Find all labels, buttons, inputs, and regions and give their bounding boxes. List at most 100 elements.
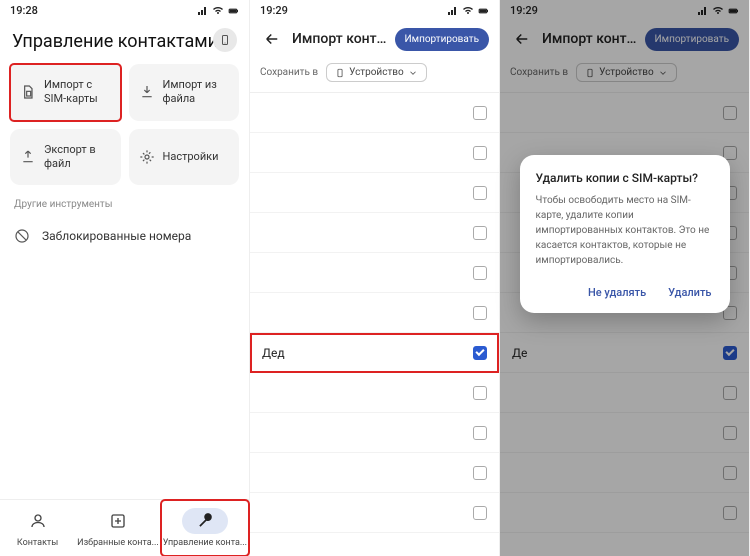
battery-icon xyxy=(477,5,489,17)
contact-checkbox[interactable] xyxy=(723,106,737,120)
nav-manage[interactable]: Управление конта... xyxy=(161,500,249,556)
signal-icon xyxy=(447,5,459,17)
back-button[interactable] xyxy=(510,27,534,51)
time: 19:29 xyxy=(510,4,538,17)
import-button[interactable]: Импортировать xyxy=(395,28,489,51)
contact-row[interactable] xyxy=(500,493,749,533)
save-bar: Сохранить в Устройство xyxy=(500,57,749,93)
import-sim-card[interactable]: Импорт с SIM-карты xyxy=(10,64,121,121)
chip-label: Устройство xyxy=(599,67,654,78)
export-label: Экспорт в файл xyxy=(44,143,111,172)
bottom-nav: Контакты Избранные конта... Управление к… xyxy=(0,499,249,556)
contact-row[interactable] xyxy=(250,453,499,493)
contact-checkbox[interactable] xyxy=(473,506,487,520)
panel-import-contacts: 19:29 Импорт контак... Импортировать Сох… xyxy=(250,0,500,556)
appbar-title: Импорт контак... xyxy=(542,31,637,47)
contact-checkbox[interactable] xyxy=(473,426,487,440)
dialog-actions: Не удалять Удалить xyxy=(536,280,714,305)
download-icon xyxy=(139,84,155,100)
nav-contacts-label: Контакты xyxy=(17,538,58,548)
contact-name: Дед xyxy=(262,346,473,360)
contact-row[interactable] xyxy=(250,173,499,213)
status-bar: 19:29 xyxy=(250,0,499,21)
sim-icon xyxy=(20,84,36,100)
contact-checkbox[interactable] xyxy=(473,106,487,120)
action-grid: Импорт с SIM-карты Импорт из файла Экспо… xyxy=(0,64,249,185)
contact-checkbox[interactable] xyxy=(723,346,737,360)
chevron-down-icon xyxy=(408,68,418,78)
nav-highlights[interactable]: Избранные конта... xyxy=(75,500,161,556)
phone-icon xyxy=(335,68,345,78)
contact-row[interactable] xyxy=(250,133,499,173)
contacts-list[interactable]: Дед xyxy=(250,93,499,556)
contact-checkbox[interactable] xyxy=(473,306,487,320)
dialog-confirm-button[interactable]: Удалить xyxy=(666,280,713,305)
wifi-icon xyxy=(212,5,224,17)
contact-row[interactable]: Дед xyxy=(250,333,499,373)
wrench-icon xyxy=(196,512,214,530)
battery-icon xyxy=(727,5,739,17)
contact-row[interactable] xyxy=(250,493,499,533)
dialog-body: Чтобы освободить место на SIM-карте, уда… xyxy=(536,193,714,268)
status-icons xyxy=(697,5,739,17)
storage-chip[interactable]: Устройство xyxy=(326,63,427,82)
delete-sim-dialog: Удалить копии с SIM-карты? Чтобы освобод… xyxy=(520,155,730,313)
storage-chip[interactable]: Устройство xyxy=(576,63,677,82)
contact-row[interactable] xyxy=(500,453,749,493)
contact-row[interactable] xyxy=(250,213,499,253)
wifi-icon xyxy=(462,5,474,17)
device-icon-button[interactable] xyxy=(213,28,237,52)
battery-icon xyxy=(227,5,239,17)
contact-checkbox[interactable] xyxy=(473,226,487,240)
contact-row[interactable] xyxy=(250,293,499,333)
contact-checkbox[interactable] xyxy=(473,146,487,160)
upload-icon xyxy=(20,149,36,165)
wifi-icon xyxy=(712,5,724,17)
contact-name: Де xyxy=(512,346,723,360)
arrow-left-icon xyxy=(513,30,531,48)
settings-label: Настройки xyxy=(163,150,219,164)
phone-icon xyxy=(585,68,595,78)
chip-label: Устройство xyxy=(349,67,404,78)
nav-contacts[interactable]: Контакты xyxy=(0,500,75,556)
dialog-cancel-button[interactable]: Не удалять xyxy=(586,280,648,305)
contact-checkbox[interactable] xyxy=(473,266,487,280)
contact-checkbox[interactable] xyxy=(723,426,737,440)
back-button[interactable] xyxy=(260,27,284,51)
contact-checkbox[interactable] xyxy=(723,386,737,400)
contact-checkbox[interactable] xyxy=(723,506,737,520)
contact-row[interactable] xyxy=(250,253,499,293)
contact-checkbox[interactable] xyxy=(473,186,487,200)
contact-row[interactable] xyxy=(250,373,499,413)
contact-row[interactable] xyxy=(250,93,499,133)
contact-checkbox[interactable] xyxy=(723,466,737,480)
contact-checkbox[interactable] xyxy=(473,466,487,480)
block-icon xyxy=(14,228,30,244)
page-title: Управление контактами xyxy=(0,21,249,64)
appbar-title: Импорт контак... xyxy=(292,31,387,47)
contact-row[interactable] xyxy=(500,93,749,133)
save-to-label: Сохранить в xyxy=(510,67,568,78)
contact-checkbox[interactable] xyxy=(473,386,487,400)
blocked-numbers-row[interactable]: Заблокированные номера xyxy=(0,218,249,254)
contact-row[interactable] xyxy=(500,413,749,453)
phone-icon xyxy=(219,34,231,46)
chevron-down-icon xyxy=(658,68,668,78)
status-bar: 19:29 xyxy=(500,0,749,21)
import-file-card[interactable]: Импорт из файла xyxy=(129,64,240,121)
dialog-title: Удалить копии с SIM-карты? xyxy=(536,171,714,185)
import-file-label: Импорт из файла xyxy=(163,78,217,107)
import-button[interactable]: Импортировать xyxy=(645,28,739,51)
settings-card[interactable]: Настройки xyxy=(129,129,240,186)
export-file-card[interactable]: Экспорт в файл xyxy=(10,129,121,186)
signal-icon xyxy=(697,5,709,17)
signal-icon xyxy=(197,5,209,17)
contact-row[interactable] xyxy=(250,413,499,453)
app-bar: Импорт контак... Импортировать xyxy=(250,21,499,57)
contact-checkbox[interactable] xyxy=(473,346,487,360)
import-sim-label: Импорт с SIM-карты xyxy=(44,78,98,107)
save-bar: Сохранить в Устройство xyxy=(250,57,499,93)
contact-row[interactable]: Де xyxy=(500,333,749,373)
contact-row[interactable] xyxy=(500,373,749,413)
save-to-label: Сохранить в xyxy=(260,67,318,78)
